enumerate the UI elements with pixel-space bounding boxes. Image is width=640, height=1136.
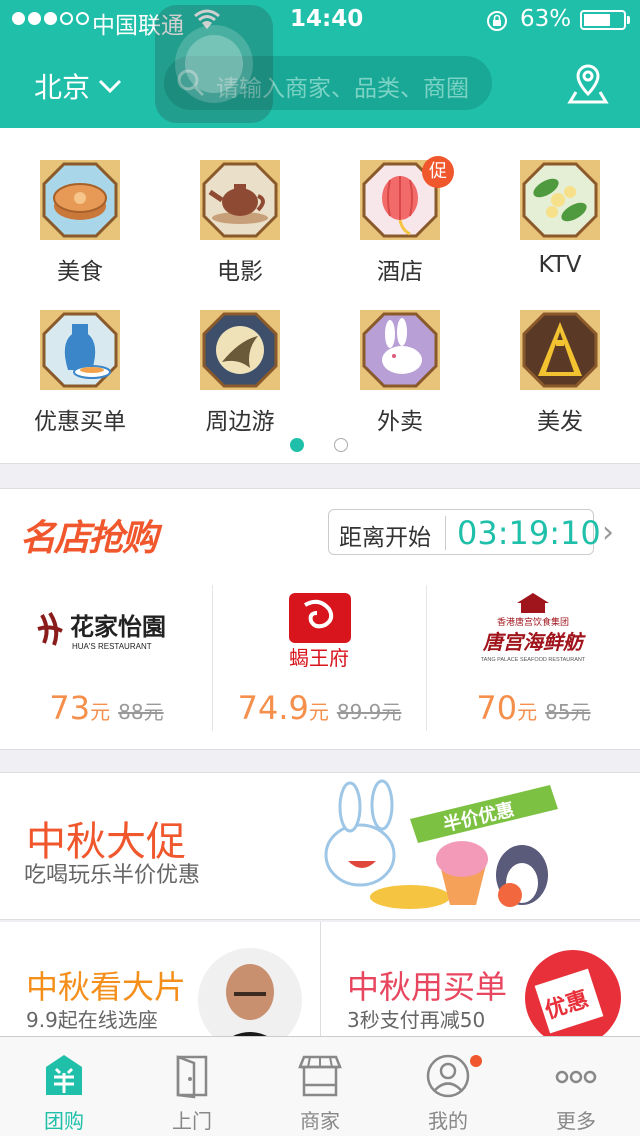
category-item-nearby-trip[interactable]: 周边游 [160, 280, 320, 435]
assistive-touch-button[interactable] [155, 5, 273, 123]
battery-icon [580, 10, 630, 30]
deal-price: 74.9元 89.9元 [237, 689, 402, 727]
top-header: 中国联通 14:40 63% 北京 请输入商家、品类、商圈 [0, 0, 640, 128]
status-bar: 中国联通 14:40 63% [0, 0, 640, 40]
category-label: 周边游 [205, 409, 275, 435]
promo-card-title: 中秋用买单 [347, 968, 508, 1006]
rotation-lock-icon [487, 11, 507, 31]
map-location-icon[interactable] [566, 62, 610, 106]
pay-promo-card[interactable]: 中秋用买单 3秒支付再减50 优惠 [320, 922, 640, 1036]
deal-logo-subtext: 香港唐宫饮食集团 [497, 616, 569, 627]
deal-logo-text: 唐宫海鲜舫 [482, 631, 586, 654]
promo-card-subtitle: 3秒支付再减50 [347, 1008, 486, 1032]
tab-groupbuy[interactable]: 团购 [0, 1037, 128, 1136]
restaurant-logo: 香港唐宫饮食集团 唐宫海鲜舫 TANG PALACE SEAFOOD RESTA… [481, 593, 586, 663]
promo-illustration: 半价优惠 [324, 779, 558, 909]
change-fairy-icon [200, 310, 280, 390]
profile-icon [426, 1054, 470, 1098]
promo-card-title: 中秋看大片 [26, 968, 187, 1006]
restaurant-logo: 花家怡園 HUA'S RESTAURANT [37, 611, 166, 651]
category-item-hotel[interactable]: 促 酒店 [320, 130, 480, 285]
flash-sale-section: 名店抢购 距离开始 03:19:10 › 花家怡園 HUA'S RESTAURA… [0, 488, 640, 750]
deal-price: 70元 85元 [476, 689, 591, 727]
tab-label: 团购 [44, 1109, 84, 1133]
more-icon [555, 1070, 597, 1084]
deal-card[interactable]: 香港唐宫饮食集团 唐宫海鲜舫 TANG PALACE SEAFOOD RESTA… [427, 585, 640, 731]
tab-door[interactable]: 上门 [128, 1037, 256, 1136]
door-icon [176, 1055, 208, 1099]
city-label: 北京 [34, 71, 91, 104]
celebrity-portrait [198, 948, 302, 1036]
deal-logo-text: 蝎王府 [289, 647, 349, 670]
tab-label: 更多 [556, 1109, 596, 1133]
countdown-label: 距离开始 [339, 525, 431, 551]
restaurant-logo: 蝎王府 [289, 593, 351, 670]
category-label: 外卖 [377, 409, 423, 435]
page-indicator-active[interactable] [290, 438, 304, 452]
promo-card-subtitle: 9.9起在线选座 [26, 1008, 158, 1032]
flash-sale-title: 名店抢购 [20, 518, 158, 559]
deal-price: 73元 88元 [49, 689, 164, 727]
category-item-food[interactable]: 美食 [0, 130, 160, 285]
category-label: 美发 [537, 409, 583, 435]
category-grid: 美食 电影 促 酒店 KTV 优惠买单 周边游 外卖 美发 [0, 128, 640, 464]
battery-percentage: 63% [520, 6, 572, 32]
deal-logo-subtext: TANG PALACE SEAFOOD RESTAURANT [481, 657, 586, 663]
teapot-icon [200, 160, 280, 240]
deal-logo-subtext: HUA'S RESTAURANT [72, 642, 152, 651]
deal-logo-text: 花家怡園 [70, 613, 166, 641]
chevron-down-icon [98, 79, 122, 93]
tab-profile[interactable]: 我的 [384, 1037, 512, 1136]
discount-stamp-icon: 优惠 [525, 950, 621, 1036]
mooncake-icon [40, 160, 120, 240]
promo-subtitle: 吃喝玩乐半价优惠 [24, 863, 201, 888]
city-selector[interactable]: 北京 [34, 66, 122, 106]
groupbuy-icon [46, 1055, 82, 1095]
bottom-tab-bar: 团购 上门 商家 我的 更多 [0, 1036, 640, 1136]
category-label: KTV [538, 252, 582, 278]
store-icon [298, 1055, 342, 1097]
movie-promo-card[interactable]: 中秋看大片 9.9起在线选座 [0, 922, 320, 1036]
osmanthus-icon [520, 160, 600, 240]
tab-label: 商家 [300, 1109, 340, 1133]
tab-label: 我的 [428, 1109, 468, 1133]
tab-label: 上门 [172, 1109, 212, 1133]
clock: 14:40 [290, 6, 364, 32]
notification-dot [470, 1055, 482, 1067]
category-item-takeout[interactable]: 外卖 [320, 280, 480, 435]
firework-icon [520, 310, 600, 390]
category-label: 优惠买单 [34, 409, 126, 435]
mid-autumn-promo-banner[interactable]: 中秋大促 吃喝玩乐半价优惠 半价优惠 [0, 772, 640, 920]
countdown-timer: 03:19:10 [457, 514, 601, 552]
category-item-discount-pay[interactable]: 优惠买单 [0, 280, 160, 435]
category-item-hair[interactable]: 美发 [480, 280, 640, 435]
category-item-ktv[interactable]: KTV [480, 130, 640, 280]
deal-card[interactable]: 蝎王府 74.9元 89.9元 [213, 585, 426, 731]
category-item-movie[interactable]: 电影 [160, 130, 320, 285]
page-indicator[interactable] [334, 438, 348, 452]
tab-store[interactable]: 商家 [256, 1037, 384, 1136]
promo-badge: 促 [422, 156, 454, 188]
countdown-box: 距离开始 03:19:10 [328, 509, 601, 555]
signal-strength-icon [12, 12, 89, 25]
chevron-right-icon[interactable]: › [602, 515, 614, 550]
tab-more[interactable]: 更多 [512, 1037, 640, 1136]
deal-card[interactable]: 花家怡園 HUA'S RESTAURANT 73元 88元 [0, 585, 213, 731]
rabbit-icon [360, 310, 440, 390]
vase-icon [40, 310, 120, 390]
